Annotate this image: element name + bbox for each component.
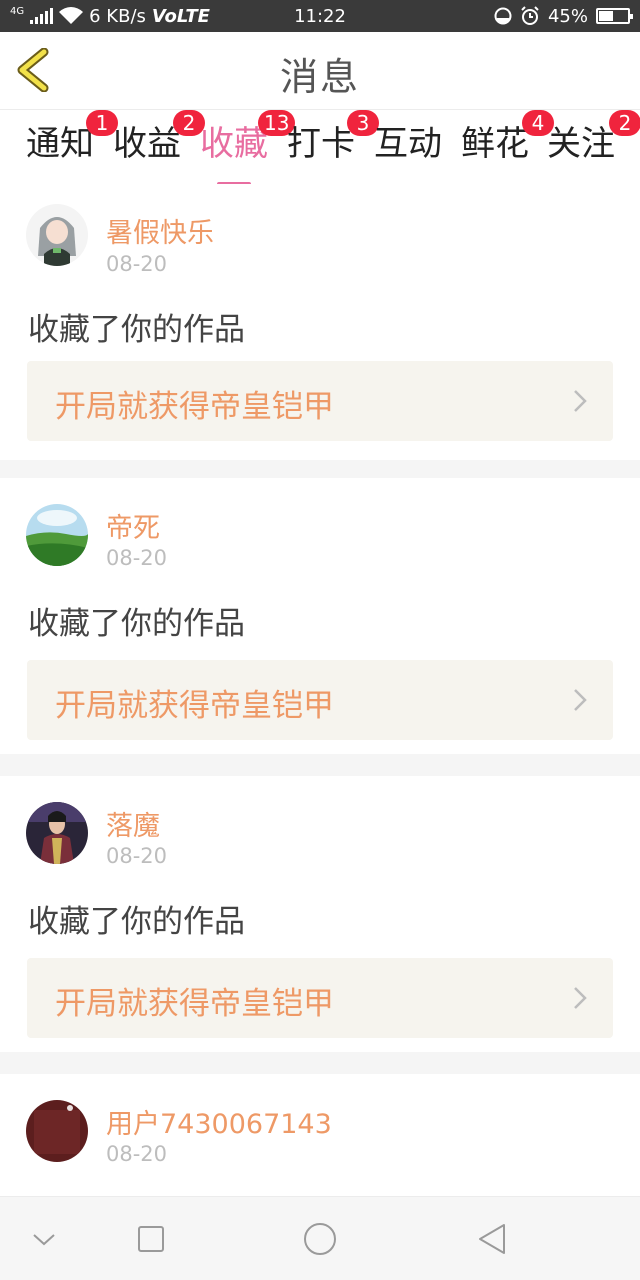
costume-figure-avatar-icon bbox=[26, 802, 88, 864]
work-link[interactable]: 开局就获得帝皇铠甲 bbox=[27, 958, 613, 1038]
message-card: 帝死 08-20 收藏了你的作品 开局就获得帝皇铠甲 bbox=[0, 478, 640, 754]
anime-girl-avatar-icon bbox=[26, 204, 88, 266]
unread-badge: 2 bbox=[609, 110, 640, 136]
username[interactable]: 落魔 bbox=[106, 804, 160, 843]
message-action: 收藏了你的作品 bbox=[28, 606, 245, 642]
user-avatar[interactable] bbox=[26, 1100, 88, 1162]
chevron-down-icon bbox=[33, 1234, 55, 1246]
triangle-back-icon bbox=[479, 1224, 505, 1254]
message-date: 08-20 bbox=[106, 844, 168, 868]
status-bar: 4G 6 KB/s VoLTE 11:22 45% bbox=[0, 0, 640, 32]
tab-label: 打卡 bbox=[287, 124, 355, 164]
work-link[interactable]: 开局就获得帝皇铠甲 bbox=[27, 361, 613, 441]
user-avatar[interactable] bbox=[26, 204, 88, 266]
app-header: 消息 bbox=[0, 32, 640, 110]
message-list[interactable]: 暑假快乐 08-20 收藏了你的作品 开局就获得帝皇铠甲 帝死 08-20 收藏… bbox=[0, 184, 640, 1196]
username[interactable]: 用户7430067143 bbox=[106, 1102, 332, 1141]
nav-back-button[interactable] bbox=[474, 1219, 514, 1259]
work-title: 开局就获得帝皇铠甲 bbox=[55, 986, 334, 1022]
data-saver-icon bbox=[494, 7, 512, 25]
message-card: 落魔 08-20 收藏了你的作品 开局就获得帝皇铠甲 bbox=[0, 776, 640, 1052]
dark-red-avatar-icon bbox=[26, 1100, 88, 1162]
tab-label: 关注 bbox=[547, 124, 615, 164]
page-title: 消息 bbox=[279, 55, 360, 99]
username[interactable]: 帝死 bbox=[106, 506, 160, 545]
chevron-right-icon bbox=[574, 390, 587, 412]
tab-notifications[interactable]: 通知 1 bbox=[26, 110, 118, 182]
work-title: 开局就获得帝皇铠甲 bbox=[55, 389, 334, 425]
alarm-icon bbox=[521, 6, 539, 25]
tab-label: 互动 bbox=[374, 124, 442, 164]
message-action: 收藏了你的作品 bbox=[28, 312, 245, 348]
work-link[interactable]: 开局就获得帝皇铠甲 bbox=[27, 660, 613, 740]
tab-checkin[interactable]: 打卡 3 bbox=[287, 110, 379, 182]
tab-favorites[interactable]: 收藏 13 bbox=[200, 110, 296, 186]
tab-interactions[interactable]: 互动 bbox=[374, 122, 442, 182]
battery-percent: 45% bbox=[547, 5, 588, 27]
chevron-right-icon bbox=[574, 987, 587, 1009]
username[interactable]: 暑假快乐 bbox=[106, 211, 214, 250]
tab-flowers[interactable]: 鲜花 4 bbox=[461, 110, 554, 182]
tab-label: 鲜花 bbox=[461, 124, 529, 164]
nav-home-button[interactable] bbox=[300, 1219, 340, 1259]
tab-label: 收藏 bbox=[200, 124, 268, 164]
circle-icon bbox=[304, 1223, 336, 1255]
status-time: 11:22 bbox=[294, 5, 346, 27]
green-field-avatar-icon bbox=[26, 504, 88, 566]
message-card: 用户7430067143 08-20 bbox=[0, 1074, 640, 1196]
battery-icon bbox=[596, 8, 633, 24]
user-avatar[interactable] bbox=[26, 802, 88, 864]
tab-following[interactable]: 关注 2 bbox=[547, 110, 640, 182]
nav-collapse-button[interactable] bbox=[24, 1219, 64, 1259]
tab-bar: 通知 1 收益 2 收藏 13 打卡 3 互动 鲜花 4 关注 2 bbox=[0, 110, 640, 186]
message-card: 暑假快乐 08-20 收藏了你的作品 开局就获得帝皇铠甲 bbox=[0, 184, 640, 460]
tab-label: 收益 bbox=[113, 124, 181, 164]
status-right: 45% bbox=[494, 0, 633, 32]
square-icon bbox=[138, 1226, 164, 1252]
message-action: 收藏了你的作品 bbox=[28, 904, 245, 940]
system-nav-bar bbox=[0, 1196, 640, 1280]
tab-earnings[interactable]: 收益 2 bbox=[113, 110, 205, 182]
chevron-right-icon bbox=[574, 689, 587, 711]
nav-recents-button[interactable] bbox=[131, 1219, 171, 1259]
user-avatar[interactable] bbox=[26, 504, 88, 566]
message-date: 08-20 bbox=[106, 1142, 168, 1166]
message-date: 08-20 bbox=[106, 252, 168, 276]
work-title: 开局就获得帝皇铠甲 bbox=[55, 688, 334, 724]
message-date: 08-20 bbox=[106, 546, 168, 570]
tab-label: 通知 bbox=[26, 124, 94, 164]
